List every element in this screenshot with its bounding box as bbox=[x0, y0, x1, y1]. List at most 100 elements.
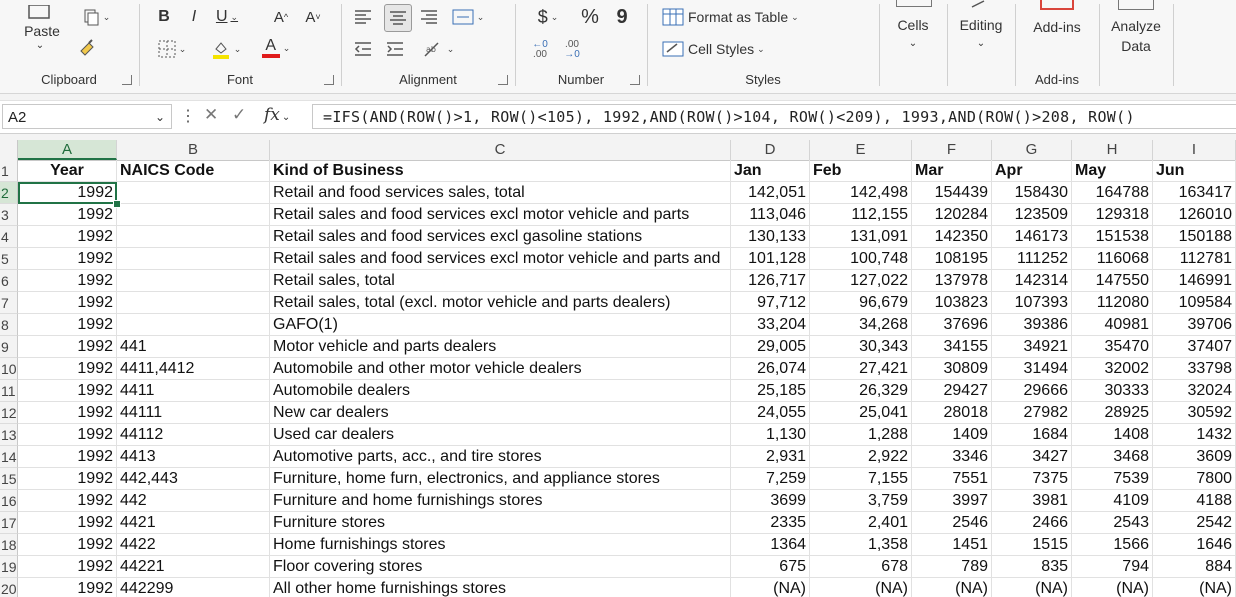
align-left-button[interactable] bbox=[352, 6, 374, 28]
column-header-c[interactable]: C bbox=[270, 140, 731, 160]
cell-g10[interactable]: 31494 bbox=[992, 358, 1072, 380]
cell-f17[interactable]: 2546 bbox=[912, 512, 992, 534]
cell-f20[interactable]: (NA) bbox=[912, 578, 992, 597]
cell-e4[interactable]: 131,091 bbox=[810, 226, 912, 248]
cell-d4[interactable]: 130,133 bbox=[731, 226, 810, 248]
cell-d14[interactable]: 2,931 bbox=[731, 446, 810, 468]
cell-d9[interactable]: 29,005 bbox=[731, 336, 810, 358]
cell-d1[interactable]: Jan bbox=[731, 160, 810, 182]
cell-c12[interactable]: New car dealers bbox=[270, 402, 731, 424]
cell-i11[interactable]: 32024 bbox=[1153, 380, 1236, 402]
cell-g15[interactable]: 7375 bbox=[992, 468, 1072, 490]
cell-h17[interactable]: 2543 bbox=[1072, 512, 1153, 534]
format-painter-button[interactable] bbox=[76, 36, 98, 58]
cell-a4[interactable]: 1992 bbox=[18, 226, 117, 248]
cell-e6[interactable]: 127,022 bbox=[810, 270, 912, 292]
cell-a15[interactable]: 1992 bbox=[18, 468, 117, 490]
row-header[interactable]: 17 bbox=[0, 512, 18, 534]
editing-group[interactable]: Editing ⌄ bbox=[948, 0, 1014, 93]
row-header[interactable]: 11 bbox=[0, 380, 18, 402]
cell-f7[interactable]: 103823 bbox=[912, 292, 992, 314]
increase-decimal-button[interactable]: ←0.00 bbox=[528, 38, 552, 62]
row-header[interactable]: 8 bbox=[0, 314, 18, 336]
cell-c5[interactable]: Retail sales and food services excl moto… bbox=[270, 248, 731, 270]
cell-h8[interactable]: 40981 bbox=[1072, 314, 1153, 336]
percent-button[interactable]: % bbox=[578, 6, 602, 28]
fill-handle[interactable] bbox=[113, 200, 121, 208]
font-color-button[interactable]: A ⌄ bbox=[256, 36, 296, 60]
cell-c11[interactable]: Automobile dealers bbox=[270, 380, 731, 402]
name-box[interactable]: A2 ⌄ bbox=[2, 104, 172, 129]
cell-i20[interactable]: (NA) bbox=[1153, 578, 1236, 597]
row-header[interactable]: 14 bbox=[0, 446, 18, 468]
cell-h10[interactable]: 32002 bbox=[1072, 358, 1153, 380]
cell-h13[interactable]: 1408 bbox=[1072, 424, 1153, 446]
cell-a10[interactable]: 1992 bbox=[18, 358, 117, 380]
cell-i18[interactable]: 1646 bbox=[1153, 534, 1236, 556]
cell-b14[interactable]: 4413 bbox=[117, 446, 270, 468]
row-header[interactable]: 13 bbox=[0, 424, 18, 446]
cell-b19[interactable]: 44221 bbox=[117, 556, 270, 578]
increase-indent-button[interactable] bbox=[384, 38, 406, 60]
cell-a14[interactable]: 1992 bbox=[18, 446, 117, 468]
addins-button[interactable]: Add-ins bbox=[1016, 16, 1098, 38]
cell-i14[interactable]: 3609 bbox=[1153, 446, 1236, 468]
cell-h2[interactable]: 164788 bbox=[1072, 182, 1153, 204]
cell-g20[interactable]: (NA) bbox=[992, 578, 1072, 597]
cell-d11[interactable]: 25,185 bbox=[731, 380, 810, 402]
cell-f13[interactable]: 1409 bbox=[912, 424, 992, 446]
fill-color-button[interactable]: ⌄ bbox=[206, 38, 246, 60]
cell-e12[interactable]: 25,041 bbox=[810, 402, 912, 424]
cell-d18[interactable]: 1364 bbox=[731, 534, 810, 556]
cell-a2[interactable]: 1992 bbox=[18, 182, 117, 204]
cell-d3[interactable]: 113,046 bbox=[731, 204, 810, 226]
cell-g2[interactable]: 158430 bbox=[992, 182, 1072, 204]
cell-g18[interactable]: 1515 bbox=[992, 534, 1072, 556]
paste-dropdown-icon[interactable]: ⌄ bbox=[30, 38, 50, 52]
cell-f3[interactable]: 120284 bbox=[912, 204, 992, 226]
formula-input[interactable]: =IFS(AND(ROW()>1, ROW()<105), 1992,AND(R… bbox=[312, 104, 1236, 129]
cell-c2[interactable]: Retail and food services sales, total bbox=[270, 182, 731, 204]
cell-f10[interactable]: 30809 bbox=[912, 358, 992, 380]
cell-e3[interactable]: 112,155 bbox=[810, 204, 912, 226]
cell-c3[interactable]: Retail sales and food services excl moto… bbox=[270, 204, 731, 226]
cell-i19[interactable]: 884 bbox=[1153, 556, 1236, 578]
cell-h4[interactable]: 151538 bbox=[1072, 226, 1153, 248]
cell-f11[interactable]: 29427 bbox=[912, 380, 992, 402]
cell-b8[interactable] bbox=[117, 314, 270, 336]
cell-d16[interactable]: 3699 bbox=[731, 490, 810, 512]
cell-c15[interactable]: Furniture, home furn, electronics, and a… bbox=[270, 468, 731, 490]
cell-e18[interactable]: 1,358 bbox=[810, 534, 912, 556]
cell-d5[interactable]: 101,128 bbox=[731, 248, 810, 270]
analyze-data-group[interactable]: Analyze Data bbox=[1100, 0, 1172, 93]
cell-c8[interactable]: GAFO(1) bbox=[270, 314, 731, 336]
row-header[interactable]: 12 bbox=[0, 402, 18, 424]
cell-h1[interactable]: May bbox=[1072, 160, 1153, 182]
cell-c1[interactable]: Kind of Business bbox=[270, 160, 731, 182]
row-header[interactable]: 9 bbox=[0, 336, 18, 358]
cell-i17[interactable]: 2542 bbox=[1153, 512, 1236, 534]
cell-d15[interactable]: 7,259 bbox=[731, 468, 810, 490]
cell-h20[interactable]: (NA) bbox=[1072, 578, 1153, 597]
cell-c10[interactable]: Automobile and other motor vehicle deale… bbox=[270, 358, 731, 380]
cell-b2[interactable] bbox=[117, 182, 270, 204]
shrink-font-button[interactable]: A ˅ bbox=[302, 6, 324, 28]
cell-c20[interactable]: All other home furnishings stores bbox=[270, 578, 731, 597]
cell-a17[interactable]: 1992 bbox=[18, 512, 117, 534]
cell-i6[interactable]: 146991 bbox=[1153, 270, 1236, 292]
cell-i1[interactable]: Jun bbox=[1153, 160, 1236, 182]
copy-button[interactable]: ⌄ bbox=[76, 6, 116, 28]
cell-f9[interactable]: 34155 bbox=[912, 336, 992, 358]
row-header[interactable]: 5 bbox=[0, 248, 18, 270]
cell-c6[interactable]: Retail sales, total bbox=[270, 270, 731, 292]
column-header-e[interactable]: E bbox=[810, 140, 912, 160]
cell-g5[interactable]: 111252 bbox=[992, 248, 1072, 270]
cell-e15[interactable]: 7,155 bbox=[810, 468, 912, 490]
cell-a1[interactable]: Year bbox=[18, 160, 117, 182]
cell-h19[interactable]: 794 bbox=[1072, 556, 1153, 578]
cell-d7[interactable]: 97,712 bbox=[731, 292, 810, 314]
cell-i3[interactable]: 126010 bbox=[1153, 204, 1236, 226]
cell-h9[interactable]: 35470 bbox=[1072, 336, 1153, 358]
cell-f15[interactable]: 7551 bbox=[912, 468, 992, 490]
select-all-corner[interactable] bbox=[0, 140, 18, 160]
